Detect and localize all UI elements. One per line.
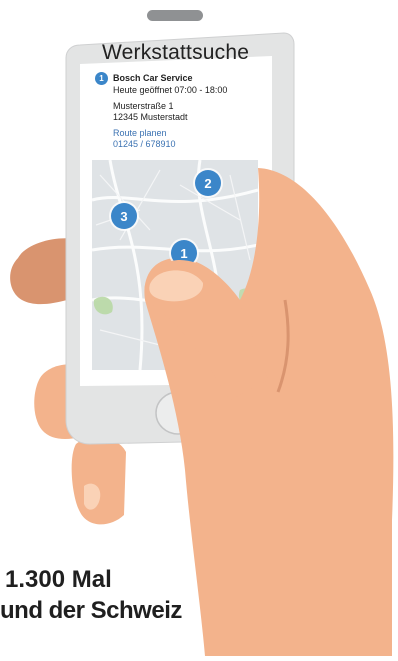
- map-pin-2[interactable]: 2: [195, 170, 221, 196]
- search-result[interactable]: 1 Bosch Car Service Heute geöffnet 07:00…: [95, 71, 255, 150]
- finger-back-3: [71, 437, 126, 525]
- phone-speaker: [147, 10, 203, 21]
- page-title: Werkstattsuche: [102, 41, 250, 64]
- caption-line-1: 1.300 Mal: [5, 566, 112, 593]
- map-pin-3[interactable]: 3: [111, 203, 137, 229]
- caption-line-2: und der Schweiz: [0, 597, 182, 624]
- result-marker: 1: [95, 71, 108, 85]
- opening-hours: Heute geöffnet 07:00 - 18:00: [113, 85, 228, 95]
- route-link[interactable]: Route planen: [95, 128, 255, 139]
- street-address: Musterstraße 1: [113, 101, 174, 111]
- illustration: Werkstattsuche 1 Bosch Car Service Heute…: [0, 0, 398, 656]
- city-address: 12345 Musterstadt: [113, 112, 188, 122]
- map-pin-1[interactable]: 1: [171, 240, 197, 266]
- result-name[interactable]: Bosch Car Service: [113, 73, 193, 84]
- phone-link[interactable]: 01245 / 678910: [95, 139, 255, 150]
